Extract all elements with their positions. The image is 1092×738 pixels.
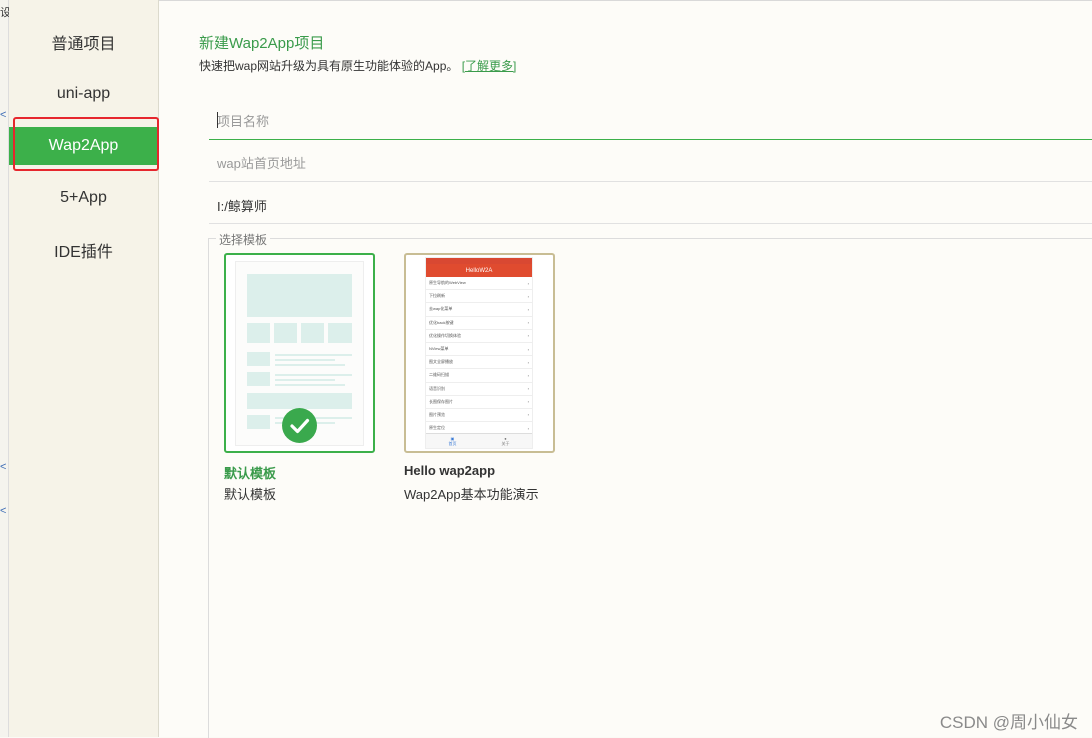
phone-menu-row: 二维码扫描 › bbox=[426, 369, 532, 383]
phone-tab-label: 关于 bbox=[501, 440, 510, 446]
sidebar-item-ide-plugin[interactable]: IDE插件 bbox=[9, 231, 158, 269]
sidebar-item-uni-app[interactable]: uni-app bbox=[9, 75, 158, 113]
subtitle-text: 快速把wap网站升级为具有原生功能体验的App。 bbox=[199, 59, 459, 73]
chevron-right-icon: › bbox=[527, 293, 529, 299]
project-name-input[interactable] bbox=[209, 101, 1092, 141]
phone-menu-row: 长图保存图片 › bbox=[426, 396, 532, 409]
sidebar-item-5plus-app[interactable]: 5+App bbox=[9, 179, 158, 217]
phone-menu-row-label: NView菜单 bbox=[429, 346, 449, 352]
template-card-hello-wap2app[interactable]: HelloW2A 原生导航的WebView › 下拉刷新 › 去wap化菜单 › 优化bac… bbox=[404, 253, 555, 453]
csdn-watermark: CSDN @周小仙女 bbox=[939, 713, 1078, 732]
phone-tab-bar: ▣ 首页 ● 关于 bbox=[426, 433, 532, 448]
background-window-edge: 设 < < < bbox=[0, 0, 11, 737]
chevron-right-icon: › bbox=[527, 372, 529, 378]
wap-url-underline bbox=[209, 181, 1092, 182]
template-group-legend: 选择模板 bbox=[216, 231, 271, 248]
selected-check-icon bbox=[282, 408, 317, 443]
edge-chevron-icon: < bbox=[0, 109, 7, 121]
chevron-right-icon: › bbox=[527, 386, 529, 392]
chevron-right-icon: › bbox=[527, 346, 529, 352]
page-title: 新建Wap2App项目 bbox=[199, 35, 325, 52]
chevron-right-icon: › bbox=[527, 359, 529, 365]
phone-menu-row: NView菜单 › bbox=[426, 343, 532, 357]
phone-menu-row-label: 下拉刷新 bbox=[429, 293, 445, 299]
phone-tab-home: ▣ 首页 bbox=[426, 434, 479, 448]
phone-tab-about: ● 关于 bbox=[479, 434, 532, 448]
chevron-right-icon: › bbox=[527, 306, 529, 312]
template-desc-hello-wap2app: Wap2App基本功能演示 bbox=[404, 487, 539, 502]
location-underline bbox=[209, 223, 1092, 224]
text-caret bbox=[217, 112, 218, 128]
phone-menu-row-label: 优化操作切换体验 bbox=[429, 332, 461, 338]
project-type-sidebar: 普通项目 uni-app Wap2App 5+App IDE插件 bbox=[9, 0, 159, 737]
project-name-underline bbox=[209, 139, 1092, 140]
edge-chevron-icon: < bbox=[0, 461, 7, 473]
template-card-default[interactable] bbox=[224, 253, 375, 453]
template-desc-default: 默认模板 bbox=[224, 487, 277, 502]
sidebar-item-wap2app[interactable]: Wap2App bbox=[9, 127, 158, 165]
phone-menu-row: 下拉刷新 › bbox=[426, 290, 532, 304]
sidebar-item-normal-project[interactable]: 普通项目 bbox=[9, 23, 158, 61]
template-name-hello-wap2app: Hello wap2app bbox=[404, 463, 496, 478]
wap-url-input[interactable] bbox=[209, 143, 1092, 183]
phone-menu-row-label: 去wap化菜单 bbox=[429, 306, 453, 312]
phone-menu-row-label: 原生定位 bbox=[429, 425, 445, 431]
phone-menu-row: 优化back按键 › bbox=[426, 317, 532, 330]
main-panel: 新建Wap2App项目 快速把wap网站升级为具有原生功能体验的App。 [了解… bbox=[159, 0, 1092, 738]
chevron-right-icon: › bbox=[527, 333, 529, 339]
phone-menu-row-label: 优化back按键 bbox=[429, 319, 454, 325]
chevron-right-icon: › bbox=[527, 412, 529, 418]
phone-menu-row: 图文全屏播放 › bbox=[426, 356, 532, 370]
phone-menu-row-label: 长图保存图片 bbox=[429, 398, 453, 404]
learn-more-link[interactable]: [了解更多] bbox=[462, 59, 517, 73]
phone-menu-row: 优化操作切换体验 › bbox=[426, 330, 532, 343]
phone-tab-label: 首页 bbox=[448, 440, 457, 446]
hello-wap2app-thumbnail: HelloW2A 原生导航的WebView › 下拉刷新 › 去wap化菜单 › 优化bac… bbox=[426, 258, 532, 448]
chevron-right-icon: › bbox=[527, 425, 529, 431]
phone-menu-row-label: 图片预览 bbox=[429, 411, 445, 417]
phone-menu-row-label: 二维码扫描 bbox=[429, 372, 449, 378]
divider bbox=[159, 0, 1092, 1]
page-subtitle: 快速把wap网站升级为具有原生功能体验的App。 [了解更多] bbox=[199, 57, 516, 74]
phone-menu-row: 去wap化菜单 › bbox=[426, 303, 532, 317]
chevron-right-icon: › bbox=[527, 399, 529, 405]
phone-menu-row-label: 原生导航的WebView bbox=[429, 280, 466, 286]
project-location-input[interactable] bbox=[209, 185, 1092, 225]
phone-menu-row: 原生导航的WebView › bbox=[426, 277, 532, 291]
edge-chevron-icon: < bbox=[0, 505, 7, 517]
template-name-default: 默认模板 bbox=[224, 466, 277, 481]
phone-menu-row-label: 语音识别 bbox=[429, 385, 445, 391]
phone-menu-list: 原生导航的WebView › 下拉刷新 › 去wap化菜单 › 优化back按键 › 优化操作切… bbox=[426, 277, 532, 448]
phone-menu-row: 语音识别 › bbox=[426, 383, 532, 396]
chevron-right-icon: › bbox=[527, 280, 529, 286]
phone-menu-row: 图片预览 › bbox=[426, 409, 532, 423]
phone-app-title: HelloW2A bbox=[426, 264, 532, 277]
chevron-right-icon: › bbox=[527, 320, 529, 326]
phone-menu-row-label: 图文全屏播放 bbox=[429, 359, 453, 365]
